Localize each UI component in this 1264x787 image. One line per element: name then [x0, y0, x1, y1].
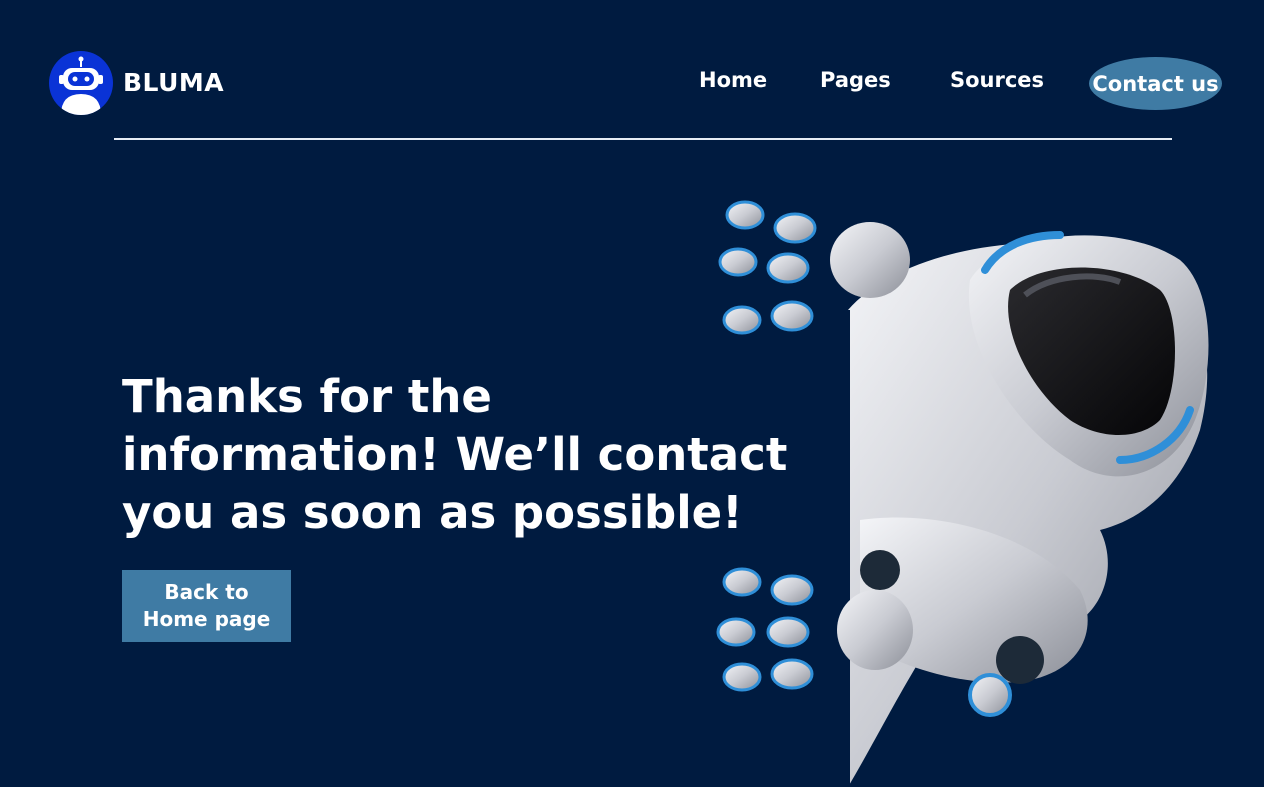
back-to-home-button[interactable]: Back to Home page [122, 570, 291, 642]
robot-peeking-image [716, 200, 1209, 787]
robot-illustration [700, 190, 1220, 787]
brand-name[interactable]: BLUMA [123, 68, 224, 97]
nav-home-link[interactable]: Home [699, 68, 767, 92]
contact-us-button[interactable]: Contact us [1089, 57, 1222, 110]
robot-icon [59, 56, 103, 115]
back-button-line2: Home page [142, 607, 271, 631]
header-divider [114, 138, 1172, 140]
nav-pages-link[interactable]: Pages [820, 68, 891, 92]
back-button-line1: Back to [164, 580, 249, 604]
logo-robot-icon[interactable] [49, 51, 113, 115]
nav-sources-link[interactable]: Sources [950, 68, 1044, 92]
